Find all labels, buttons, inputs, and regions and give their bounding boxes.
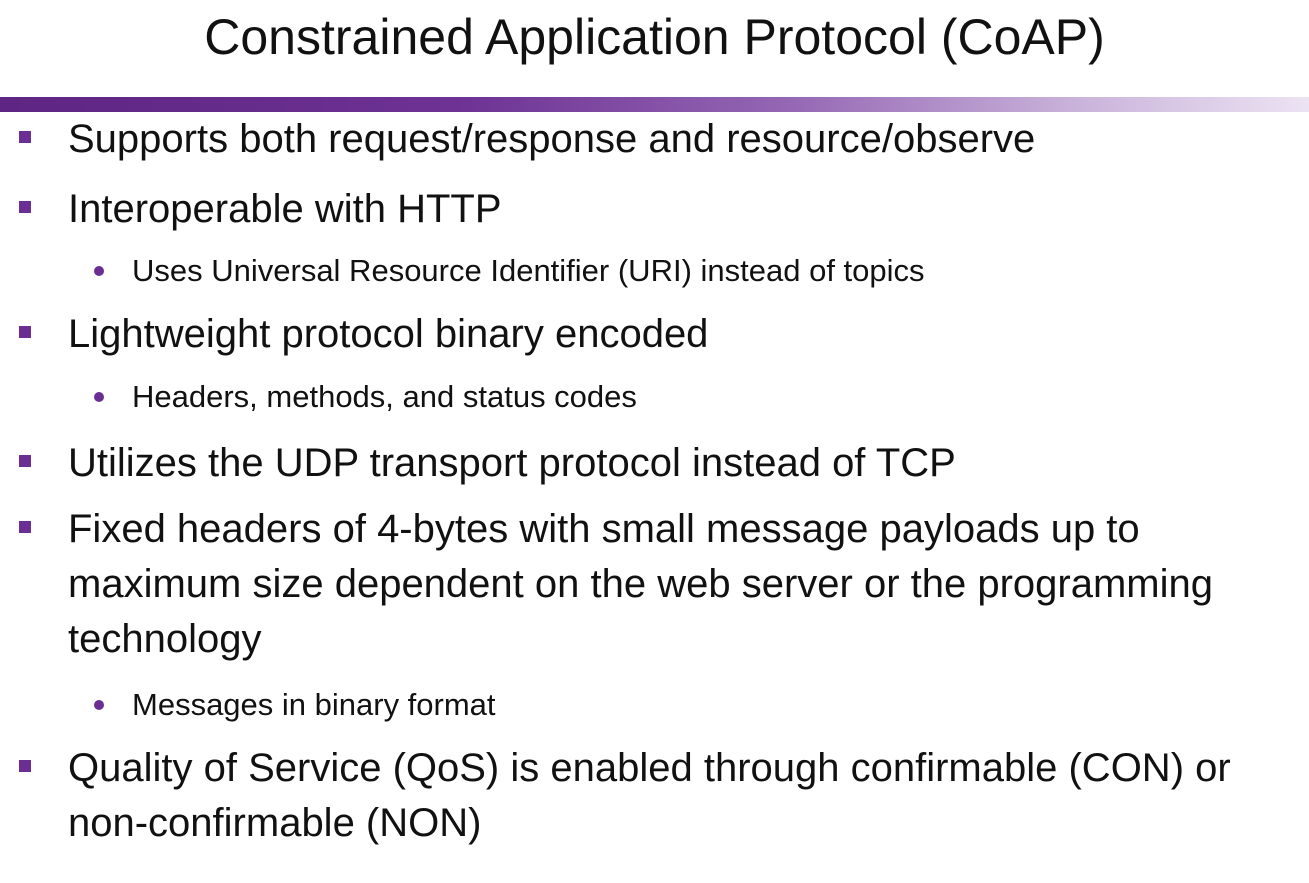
- bullet-item: Interoperable with HTTP: [19, 182, 1298, 237]
- square-bullet-icon: [19, 201, 31, 213]
- square-bullet-icon: [19, 760, 31, 772]
- bullet-item: Utilizes the UDP transport protocol inst…: [19, 436, 1298, 491]
- bullet-text: Uses Universal Resource Identifier (URI)…: [132, 253, 925, 288]
- bullet-text: Fixed headers of 4-bytes with small mess…: [68, 507, 1213, 661]
- bullet-text: Interoperable with HTTP: [68, 187, 502, 231]
- square-bullet-icon: [19, 131, 31, 143]
- bullet-text: Utilizes the UDP transport protocol inst…: [68, 441, 956, 485]
- sub-bullet-item: Uses Universal Resource Identifier (URI)…: [94, 249, 1282, 293]
- bullet-text: Quality of Service (QoS) is enabled thro…: [68, 746, 1231, 845]
- bullet-text: Messages in binary format: [132, 687, 496, 722]
- bullet-item: Supports both request/response and resou…: [19, 112, 1298, 167]
- sub-bullet-item: Messages in binary format: [94, 683, 1282, 727]
- slide-title: Constrained Application Protocol (CoAP): [204, 9, 1105, 65]
- bullet-item: Quality of Service (QoS) is enabled thro…: [19, 741, 1298, 851]
- square-bullet-icon: [19, 326, 31, 338]
- bullet-text: Lightweight protocol binary encoded: [68, 312, 709, 356]
- square-bullet-icon: [19, 521, 31, 533]
- bullet-item: Fixed headers of 4-bytes with small mess…: [19, 502, 1298, 667]
- dot-bullet-icon: [94, 700, 104, 710]
- bullet-text: Headers, methods, and status codes: [132, 379, 637, 414]
- bullet-item: Lightweight protocol binary encoded: [19, 307, 1298, 362]
- title-divider-bar: [0, 97, 1309, 112]
- bullet-text: Supports both request/response and resou…: [68, 117, 1036, 161]
- dot-bullet-icon: [94, 266, 104, 276]
- sub-bullet-item: Headers, methods, and status codes: [94, 375, 1282, 419]
- square-bullet-icon: [19, 455, 31, 467]
- dot-bullet-icon: [94, 392, 104, 402]
